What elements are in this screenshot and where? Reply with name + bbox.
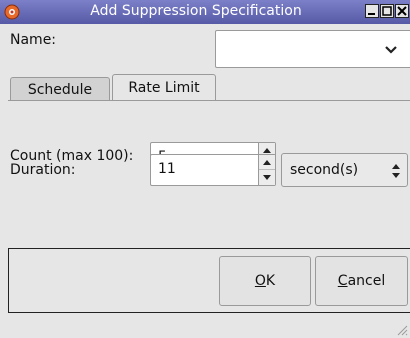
dialog-window: Add Suppression Specification Name: Sche… (0, 0, 410, 338)
window-title: Add Suppression Specification (90, 3, 302, 19)
name-combobox[interactable] (215, 30, 410, 68)
tab-schedule[interactable]: Schedule (10, 77, 110, 100)
resize-grip-icon[interactable] (396, 324, 408, 336)
chevron-down-icon[interactable] (383, 41, 399, 57)
duration-value[interactable]: 11 (158, 161, 176, 177)
duration-increment-button[interactable] (259, 155, 275, 170)
duration-unit-value: second(s) (290, 162, 359, 178)
cancel-button[interactable]: Cancel (315, 256, 408, 306)
status-area (0, 313, 410, 338)
tab-rate-limit-label: Rate Limit (128, 80, 200, 96)
name-label: Name: (10, 32, 57, 48)
duration-label: Duration: (10, 162, 76, 178)
duration-unit-select[interactable]: second(s) (281, 153, 408, 187)
cancel-label-rest: ancel (347, 273, 386, 289)
ok-mnemonic: O (254, 273, 266, 289)
maximize-button[interactable] (380, 4, 394, 18)
duration-spinbox[interactable]: 11 (150, 154, 276, 186)
title-bar[interactable]: Add Suppression Specification (0, 0, 410, 24)
ok-button[interactable]: OK (219, 256, 311, 306)
ok-label-rest: K (265, 273, 276, 289)
cancel-mnemonic: C (337, 273, 348, 289)
close-button[interactable] (395, 4, 409, 18)
tab-rate-limit[interactable]: Rate Limit (112, 74, 216, 100)
tab-schedule-label: Schedule (27, 82, 93, 98)
duration-decrement-button[interactable] (259, 170, 275, 185)
updown-arrows-icon (391, 163, 401, 179)
minimize-button[interactable] (365, 4, 379, 18)
